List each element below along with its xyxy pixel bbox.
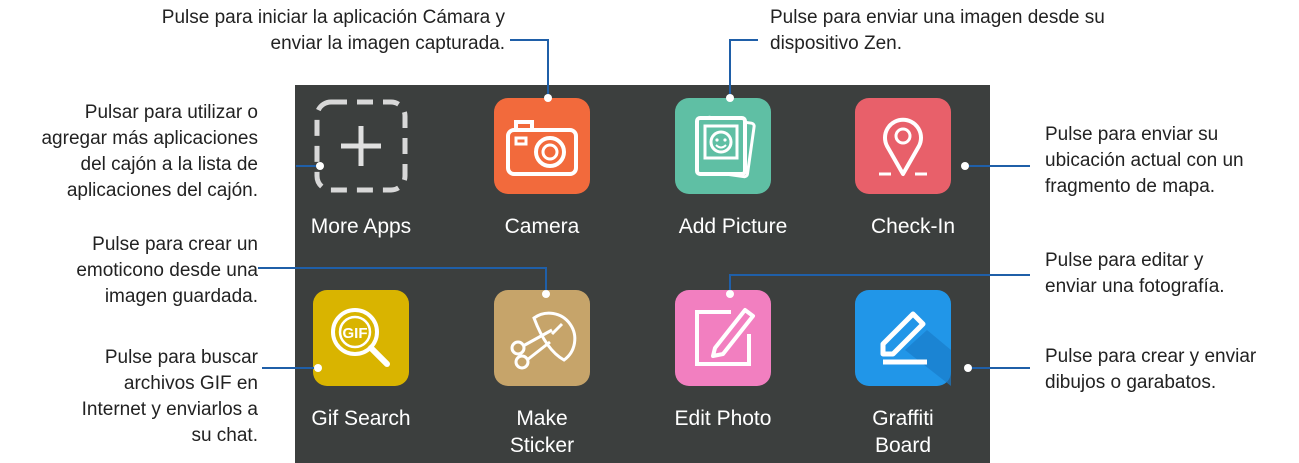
edit-photo-callout-line2: enviar una fotografía.: [1045, 276, 1225, 297]
gif-search-callout-line1: Pulse para buscar: [104, 347, 258, 368]
sticker-callout-line1: Pulse para crear un: [92, 234, 258, 255]
check-in-callout-line2: ubicación actual con un: [1045, 150, 1244, 171]
gif-search-callout-line2: archivos GIF en: [123, 373, 258, 394]
gif-search-callout-line4: su chat.: [191, 425, 258, 446]
camera-callout-line2: enviar la imagen capturada.: [270, 33, 505, 54]
gif-search-callout-line3: Internet y enviarlos a: [81, 399, 258, 420]
edit-photo-callout: Pulse para editar y enviar una fotografí…: [1045, 248, 1297, 300]
more-apps-callout: Pulsar para utilizar o agregar más aplic…: [0, 100, 258, 204]
check-in-callout: Pulse para enviar su ubicación actual co…: [1045, 122, 1297, 200]
more-apps-callout-line3: del cajón a la lista de: [80, 154, 258, 175]
graffiti-callout-line2: dibujos o garabatos.: [1045, 372, 1217, 393]
edit-photo-callout-line1: Pulse para editar y: [1045, 250, 1204, 271]
check-in-callout-line3: fragmento de mapa.: [1045, 176, 1216, 197]
sticker-callout-line3: imagen guardada.: [104, 286, 258, 307]
gif-search-callout: Pulse para buscar archivos GIF en Intern…: [20, 345, 258, 449]
camera-callout-line1: Pulse para iniciar la aplicación Cámara …: [161, 7, 505, 28]
add-picture-callout-line1: Pulse para enviar una imagen desde su: [770, 7, 1105, 28]
more-apps-callout-line1: Pulsar para utilizar o: [84, 102, 258, 123]
more-apps-callout-line4: aplicaciones del cajón.: [66, 180, 258, 201]
graffiti-callout-line1: Pulse para crear y enviar: [1045, 346, 1257, 367]
add-picture-callout-line2: dispositivo Zen.: [770, 33, 903, 54]
more-apps-callout-line2: agregar más aplicaciones: [41, 128, 258, 149]
sticker-callout: Pulse para crear un emoticono desde una …: [20, 232, 258, 310]
add-picture-callout: Pulse para enviar una imagen desde su di…: [770, 5, 1170, 57]
graffiti-callout: Pulse para crear y enviar dibujos o gara…: [1045, 344, 1297, 396]
sticker-callout-line2: emoticono desde una: [76, 260, 258, 281]
check-in-callout-line1: Pulse para enviar su: [1045, 124, 1219, 145]
camera-callout: Pulse para iniciar la aplicación Cámara …: [100, 5, 505, 57]
